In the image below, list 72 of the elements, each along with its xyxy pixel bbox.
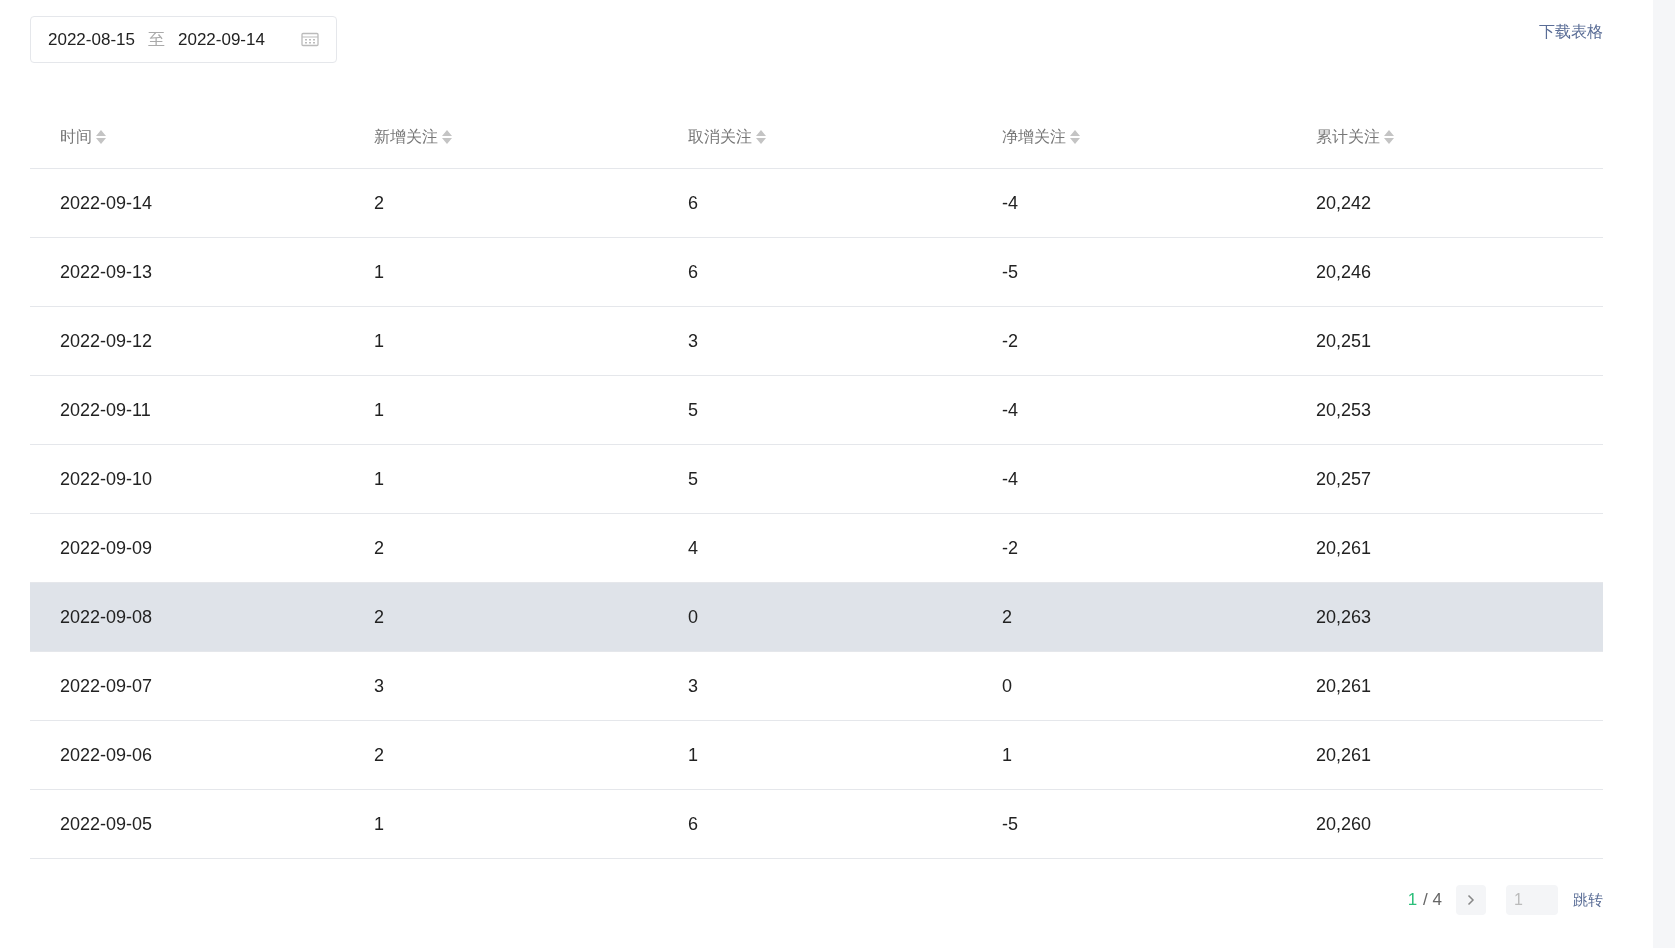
download-table-link[interactable]: 下载表格 — [1539, 20, 1603, 44]
total-pages: / 4 — [1423, 889, 1442, 912]
column-header[interactable]: 净增关注 — [1002, 124, 1066, 149]
table-cell-text: 3 — [374, 674, 385, 698]
table-cell-text: 2022-09-11 — [60, 398, 152, 422]
table-cell-text: 1 — [374, 329, 385, 353]
table-cell-text: 1 — [1002, 743, 1013, 767]
table-cell-text: 20,260 — [1316, 812, 1373, 836]
table-row[interactable]: 2022-09-08 2 0 2 20,263 — [30, 583, 1603, 652]
table-cell-text: 1 — [374, 260, 385, 284]
sort-icon[interactable] — [95, 128, 107, 145]
start-date: 2022-08-15 — [48, 28, 135, 51]
table-cell-text: 5 — [688, 467, 699, 491]
table-cell-text: 2022-09-12 — [60, 329, 154, 353]
table-cell-text: 2022-09-06 — [60, 743, 154, 767]
table-cell-text: -5 — [1002, 812, 1019, 836]
table-cell-text: 20,261 — [1316, 536, 1373, 560]
table-cell-text: 2022-09-05 — [60, 812, 154, 836]
table-cell-text: 6 — [688, 812, 699, 836]
table-cell-text: 1 — [374, 812, 385, 836]
table-cell-text: 20,261 — [1316, 743, 1373, 767]
range-separator: 至 — [147, 28, 165, 51]
sort-icon[interactable] — [755, 128, 767, 145]
chevron-right-icon — [1467, 894, 1475, 906]
table-cell-text: 5 — [688, 398, 699, 422]
table-cell-text: -4 — [1002, 467, 1019, 491]
next-page-button[interactable] — [1456, 885, 1486, 915]
table-cell-text: 1 — [688, 743, 699, 767]
table-cell-text: -2 — [1002, 536, 1019, 560]
table-cell-text: -4 — [1002, 191, 1019, 215]
table-cell-text: 20,257 — [1316, 467, 1373, 491]
jump-button[interactable]: 跳转 — [1573, 888, 1603, 912]
column-header[interactable]: 累计关注 — [1316, 124, 1380, 149]
table-cell-text: 1 — [374, 398, 385, 422]
end-date: 2022-09-14 — [177, 28, 265, 51]
table-cell-text: 2 — [374, 743, 385, 767]
table-cell-text: 1 — [374, 467, 385, 491]
table-cell-text: 2022-09-13 — [60, 260, 154, 284]
table-cell-text: 2 — [374, 191, 385, 215]
table-cell-text: 2 — [1002, 605, 1013, 629]
table-cell-text: 6 — [688, 260, 699, 284]
date-range-field[interactable]: 2022-08-15 至 2022-09-14 — [30, 16, 337, 63]
table-cell-text: -5 — [1002, 260, 1019, 284]
table-cell-text: 20,253 — [1316, 398, 1373, 422]
sort-icon[interactable] — [1069, 128, 1081, 145]
table-cell-text: -4 — [1002, 398, 1019, 422]
table-cell-text: 3 — [688, 329, 699, 353]
calendar-icon — [301, 32, 319, 47]
table-cell-text: 3 — [688, 674, 699, 698]
table-cell-text: 20,261 — [1316, 674, 1373, 698]
table-cell-text: 0 — [688, 605, 699, 629]
table-cell-text: 20,242 — [1316, 191, 1373, 215]
table-cell-text: 6 — [688, 191, 699, 215]
table-cell-text: -2 — [1002, 329, 1019, 353]
table-cell-text: 4 — [688, 536, 699, 560]
table-cell-text: 2022-09-09 — [60, 536, 154, 560]
column-header[interactable]: 新增关注 — [374, 124, 438, 149]
table-cell-text: 20,263 — [1316, 605, 1373, 629]
table-cell-text: 2022-09-08 — [60, 605, 154, 629]
sort-icon[interactable] — [1383, 128, 1395, 145]
table-cell-text: 20,246 — [1316, 260, 1373, 284]
column-header[interactable]: 取消关注 — [688, 124, 752, 149]
column-header[interactable]: 时间 — [60, 124, 92, 149]
table-cell-text: 0 — [1002, 674, 1013, 698]
table-cell-text: 2022-09-07 — [60, 674, 154, 698]
table-cell-text: 2022-09-14 — [60, 191, 154, 215]
current-page: 1 — [1407, 889, 1418, 912]
sort-icon[interactable] — [441, 128, 453, 145]
table-cell-text: 20,251 — [1316, 329, 1373, 353]
table-cell-text: 2 — [374, 605, 385, 629]
table-cell-text: 2022-09-10 — [60, 467, 154, 491]
table-cell-text: 2 — [374, 536, 385, 560]
